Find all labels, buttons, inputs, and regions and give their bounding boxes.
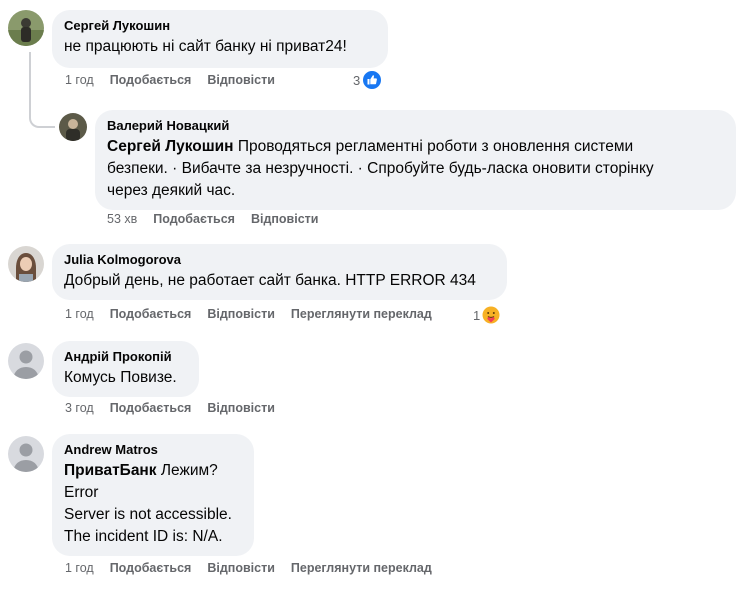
- comment-author[interactable]: Andrew Matros: [64, 442, 242, 458]
- comment-text: Добрый день, не работает сайт банка. HTT…: [64, 272, 476, 289]
- comment-actions: 1 год Подобається Відповісти Переглянути…: [65, 561, 448, 575]
- comment-time[interactable]: 1 год: [65, 307, 94, 321]
- comment-time[interactable]: 1 год: [65, 73, 94, 87]
- avatar[interactable]: [8, 10, 44, 46]
- comment-author[interactable]: Валерий Новацкий: [107, 118, 724, 134]
- see-translation-button[interactable]: Переглянути переклад: [291, 307, 432, 321]
- mention-link[interactable]: Сергей Лукошин: [107, 138, 234, 155]
- comment-bubble: Андрій Прокопій Комусь Повизе.: [52, 341, 199, 397]
- comment-text: Комусь Повизе.: [64, 369, 177, 386]
- like-icon: [362, 70, 383, 90]
- like-button[interactable]: Подобається: [110, 401, 192, 415]
- like-button[interactable]: Подобається: [153, 212, 235, 226]
- mention-link[interactable]: ПриватБанк: [64, 462, 157, 479]
- reply-button[interactable]: Відповісти: [207, 73, 275, 87]
- like-button[interactable]: Подобається: [110, 307, 192, 321]
- comment-text: ПриватБанк Лежим? Error Server is not ac…: [64, 462, 232, 545]
- reaction-count: 3: [353, 72, 361, 88]
- comment-author[interactable]: Андрій Прокопій: [64, 349, 187, 365]
- comment-actions: 1 год Подобається Відповісти Переглянути…: [65, 307, 448, 321]
- comment-actions: 1 год Подобається Відповісти: [65, 73, 291, 87]
- reply-button[interactable]: Відповісти: [207, 307, 275, 321]
- avatar[interactable]: [8, 343, 44, 379]
- like-button[interactable]: Подобається: [110, 73, 192, 87]
- avatar[interactable]: [8, 436, 44, 472]
- avatar[interactable]: [59, 113, 87, 141]
- reply-button[interactable]: Відповісти: [251, 212, 319, 226]
- comment-text: не працюють ні сайт банку ні приват24!: [64, 38, 347, 55]
- comment-actions: 3 год Подобається Відповісти: [65, 401, 291, 415]
- reply-button[interactable]: Відповісти: [207, 561, 275, 575]
- avatar[interactable]: [8, 246, 44, 282]
- comment-author[interactable]: Julia Kolmogorova: [64, 252, 495, 268]
- like-button[interactable]: Подобається: [110, 561, 192, 575]
- comment-author[interactable]: Сергей Лукошин: [64, 18, 376, 34]
- comment-bubble: Сергей Лукошин не працюють ні сайт банку…: [52, 10, 388, 68]
- comment-time[interactable]: 53 хв: [107, 212, 137, 226]
- reply-thread-line: [29, 52, 55, 128]
- comment-bubble: Andrew Matros ПриватБанк Лежим? Error Se…: [52, 434, 254, 556]
- reaction-count: 1: [473, 307, 481, 323]
- comment-bubble: Julia Kolmogorova Добрый день, не работа…: [52, 244, 507, 300]
- see-translation-button[interactable]: Переглянути переклад: [291, 561, 432, 575]
- reply-button[interactable]: Відповісти: [207, 401, 275, 415]
- care-icon: [482, 306, 500, 324]
- reaction-summary[interactable]: 3: [353, 70, 383, 90]
- comment-bubble: Валерий Новацкий Сергей Лукошин Проводят…: [95, 110, 736, 210]
- comment-actions: 53 хв Подобається Відповісти: [107, 212, 334, 226]
- comment-time[interactable]: 3 год: [65, 401, 94, 415]
- reaction-summary[interactable]: 1: [473, 305, 501, 325]
- comment-text: Сергей Лукошин Проводяться регламентні р…: [107, 138, 654, 199]
- comment-time[interactable]: 1 год: [65, 561, 94, 575]
